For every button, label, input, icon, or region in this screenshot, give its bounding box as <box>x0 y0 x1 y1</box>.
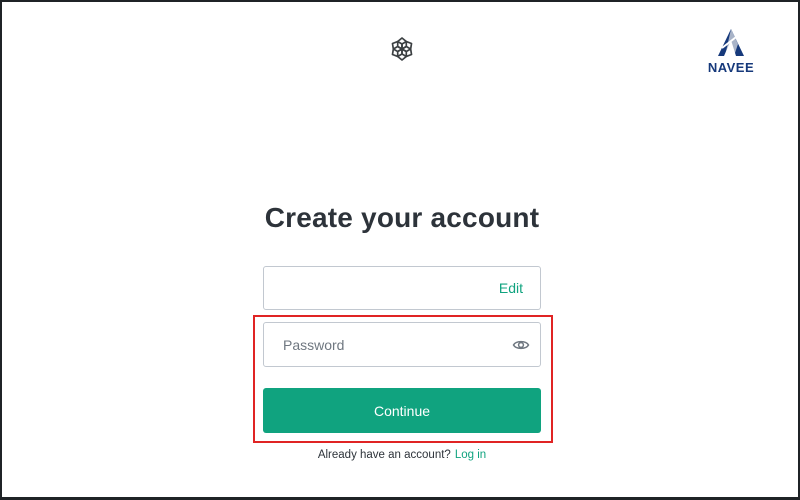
page-title: Create your account <box>264 202 540 233</box>
navee-brand-logo: NAVEE <box>695 26 767 80</box>
password-input[interactable] <box>265 324 513 365</box>
login-link[interactable]: Log in <box>455 449 486 461</box>
password-field[interactable] <box>263 322 541 367</box>
edit-email-link[interactable]: Edit <box>499 280 523 296</box>
openai-logo-icon <box>387 34 417 64</box>
login-prompt: Already have an account? Log in <box>2 449 800 461</box>
continue-button[interactable]: Continue <box>263 388 541 433</box>
eye-icon[interactable] <box>512 336 530 354</box>
brand-name: NAVEE <box>707 60 755 75</box>
email-field[interactable]: Edit <box>263 266 541 310</box>
login-prompt-text: Already have an account? <box>317 449 451 461</box>
page-frame: NAVEE Create your account Edit Continue … <box>0 0 800 500</box>
navee-triangle-logo-icon <box>718 29 744 56</box>
